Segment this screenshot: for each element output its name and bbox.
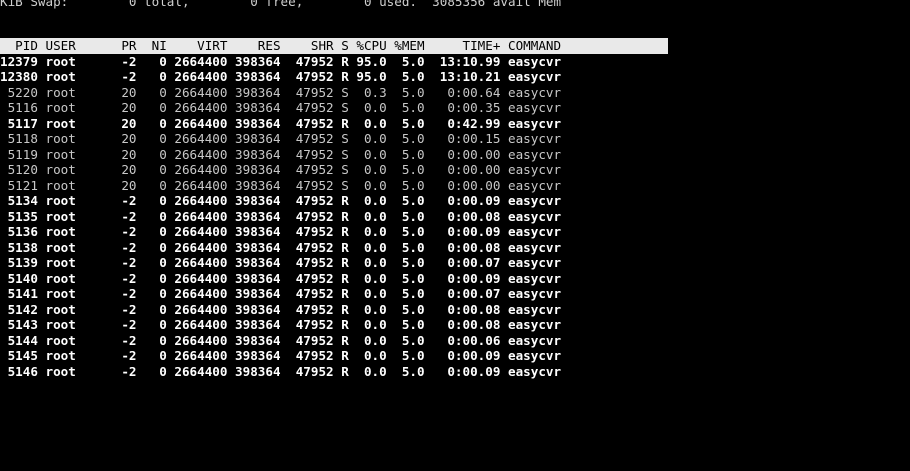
process-row[interactable]: 5145 root -2 0 2664400 398364 47952 R 0.…	[0, 348, 562, 364]
process-row[interactable]: 5141 root -2 0 2664400 398364 47952 R 0.…	[0, 286, 562, 302]
terminal-window[interactable]: KiB Swap: 0 total, 0 free, 0 used. 30853…	[0, 0, 910, 471]
process-row[interactable]: 5139 root -2 0 2664400 398364 47952 R 0.…	[0, 255, 562, 271]
process-table-header: PID USER PR NI VIRT RES SHR S %CPU %MEM …	[0, 38, 668, 54]
process-table-body: 12379 root -2 0 2664400 398364 47952 R 9…	[0, 54, 561, 380]
process-row[interactable]: 5144 root -2 0 2664400 398364 47952 R 0.…	[0, 333, 562, 349]
process-row[interactable]: 5120 root 20 0 2664400 398364 47952 S 0.…	[0, 162, 562, 178]
process-row[interactable]: 5119 root 20 0 2664400 398364 47952 S 0.…	[0, 147, 562, 163]
process-row[interactable]: 5121 root 20 0 2664400 398364 47952 S 0.…	[0, 178, 562, 194]
process-row[interactable]: 5134 root -2 0 2664400 398364 47952 R 0.…	[0, 193, 562, 209]
process-row[interactable]: 12380 root -2 0 2664400 398364 47952 R 9…	[0, 69, 561, 85]
process-row[interactable]: 5138 root -2 0 2664400 398364 47952 R 0.…	[0, 240, 562, 256]
process-row[interactable]: 5146 root -2 0 2664400 398364 47952 R 0.…	[0, 364, 562, 380]
process-row[interactable]: 5143 root -2 0 2664400 398364 47952 R 0.…	[0, 317, 562, 333]
swap-summary-line: KiB Swap: 0 total, 0 free, 0 used. 30853…	[0, 0, 562, 9]
process-row[interactable]: 5135 root -2 0 2664400 398364 47952 R 0.…	[0, 209, 562, 225]
process-row[interactable]: 12379 root -2 0 2664400 398364 47952 R 9…	[0, 54, 561, 70]
process-row[interactable]: 5140 root -2 0 2664400 398364 47952 R 0.…	[0, 271, 562, 287]
process-row[interactable]: 5142 root -2 0 2664400 398364 47952 R 0.…	[0, 302, 562, 318]
process-row[interactable]: 5117 root 20 0 2664400 398364 47952 R 0.…	[0, 116, 562, 132]
process-row[interactable]: 5116 root 20 0 2664400 398364 47952 S 0.…	[0, 100, 562, 116]
process-row[interactable]: 5220 root 20 0 2664400 398364 47952 S 0.…	[0, 85, 562, 101]
process-row[interactable]: 5136 root -2 0 2664400 398364 47952 R 0.…	[0, 224, 562, 240]
process-row[interactable]: 5118 root 20 0 2664400 398364 47952 S 0.…	[0, 131, 562, 147]
